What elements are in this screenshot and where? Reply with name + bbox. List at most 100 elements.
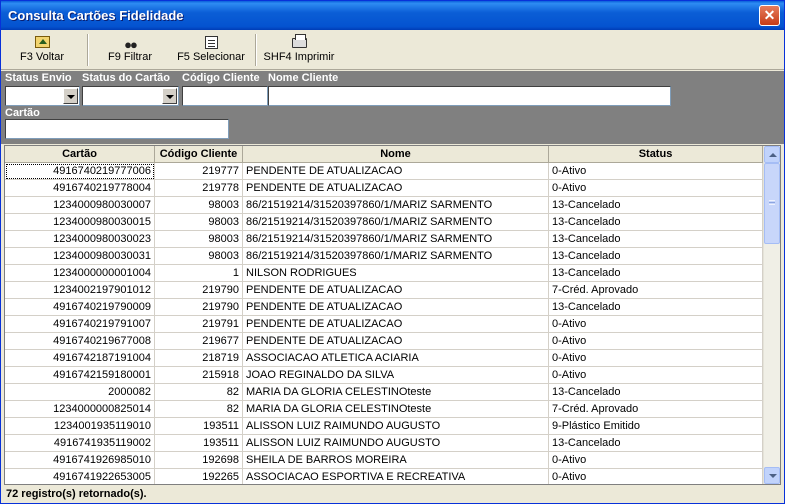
cell-status[interactable]: 7-Créd. Aprovado — [549, 282, 763, 299]
table-row[interactable]: 1234000980030015 98003 86/21519214/3152039… — [5, 214, 763, 231]
cell-cartao[interactable]: 4916741935119002 — [5, 435, 155, 452]
filter-button[interactable]: ●● F9 Filtrar — [97, 33, 163, 67]
table-row[interactable]: 1234000000001004 1 NILSON RODRIGUES 13-Canc… — [5, 265, 763, 282]
table-row[interactable]: 1234000980030023 98003 86/21519214/3152039… — [5, 231, 763, 248]
column-header-status[interactable]: Status — [549, 146, 763, 163]
cell-codigo-cliente[interactable]: 215918 — [155, 367, 243, 384]
table-row[interactable]: 2000082 82 MARIA DA GLORIA CELESTINOteste 1… — [5, 384, 763, 401]
chevron-down-icon[interactable] — [63, 88, 78, 104]
back-button[interactable]: F3 Voltar — [9, 33, 75, 67]
cell-cartao[interactable]: 4916742187191004 — [5, 350, 155, 367]
table-row[interactable]: 4916742159180001 215918 JOAO REGINALDO DA … — [5, 367, 763, 384]
table-row[interactable]: 4916740219778004 219778 PENDENTE DE ATUALI… — [5, 180, 763, 197]
table-row[interactable]: 1234000980030007 98003 86/21519214/3152039… — [5, 197, 763, 214]
cell-nome[interactable]: 86/21519214/31520397860/1/MARIZ SARMENTO — [243, 214, 549, 231]
cell-cartao[interactable]: 1234000980030023 — [5, 231, 155, 248]
cell-status[interactable]: 13-Cancelado — [549, 214, 763, 231]
cell-codigo-cliente[interactable]: 98003 — [155, 197, 243, 214]
cell-nome[interactable]: PENDENTE DE ATUALIZACAO — [243, 282, 549, 299]
cell-codigo-cliente[interactable]: 82 — [155, 384, 243, 401]
cell-codigo-cliente[interactable]: 1 — [155, 265, 243, 282]
cell-cartao[interactable]: 1234002197901012 — [5, 282, 155, 299]
chevron-down-icon[interactable] — [162, 88, 177, 104]
codigo-cliente-input[interactable] — [182, 86, 268, 106]
cell-codigo-cliente[interactable]: 193511 — [155, 418, 243, 435]
cell-nome[interactable]: ALISSON LUIZ RAIMUNDO AUGUSTO — [243, 435, 549, 452]
results-grid[interactable]: Cartão Código Cliente Nome Status 491674… — [4, 145, 781, 485]
cell-codigo-cliente[interactable]: 219777 — [155, 163, 243, 180]
cell-status[interactable]: 0-Ativo — [549, 469, 763, 484]
cell-cartao[interactable]: 1234000000825014 — [5, 401, 155, 418]
cell-nome[interactable]: MARIA DA GLORIA CELESTINOteste — [243, 384, 549, 401]
cell-codigo-cliente[interactable]: 219677 — [155, 333, 243, 350]
table-row[interactable]: 1234000980030031 98003 86/21519214/3152039… — [5, 248, 763, 265]
table-row[interactable]: 4916740219777006 219777 PENDENTE DE ATUALI… — [5, 163, 763, 180]
close-button[interactable]: ✕ — [759, 5, 780, 26]
table-row[interactable]: 4916742187191004 218719 ASSOCIACAO ATLETIC… — [5, 350, 763, 367]
cell-cartao[interactable]: 1234001935119010 — [5, 418, 155, 435]
cell-status[interactable]: 0-Ativo — [549, 350, 763, 367]
cell-status[interactable]: 13-Cancelado — [549, 231, 763, 248]
cell-cartao[interactable]: 1234000000001004 — [5, 265, 155, 282]
status-cartao-select[interactable] — [82, 86, 179, 106]
table-row[interactable]: 1234001935119010 193511 ALISSON LUIZ RAIMU… — [5, 418, 763, 435]
cell-nome[interactable]: PENDENTE DE ATUALIZACAO — [243, 180, 549, 197]
cell-codigo-cliente[interactable]: 219790 — [155, 282, 243, 299]
cell-nome[interactable]: ASSOCIACAO ESPORTIVA E RECREATIVA — [243, 469, 549, 484]
cell-status[interactable]: 13-Cancelado — [549, 265, 763, 282]
cell-cartao[interactable]: 4916741926985010 — [5, 452, 155, 469]
print-button[interactable]: SHF4 Imprimir — [263, 33, 335, 67]
cell-status[interactable]: 0-Ativo — [549, 180, 763, 197]
table-row[interactable]: 4916741926985010 192698 SHEILA DE BARROS M… — [5, 452, 763, 469]
cell-status[interactable]: 13-Cancelado — [549, 435, 763, 452]
title-bar[interactable]: Consulta Cartões Fidelidade ✕ — [1, 1, 784, 30]
select-button[interactable]: F5 Selecionar — [173, 33, 249, 67]
table-row[interactable]: 4916741935119002 193511 ALISSON LUIZ RAIMU… — [5, 435, 763, 452]
table-row[interactable]: 4916740219677008 219677 PENDENTE DE ATUALI… — [5, 333, 763, 350]
cell-status[interactable]: 0-Ativo — [549, 316, 763, 333]
cell-cartao[interactable]: 4916742159180001 — [5, 367, 155, 384]
cell-codigo-cliente[interactable]: 219791 — [155, 316, 243, 333]
scroll-down-icon[interactable] — [764, 467, 780, 484]
cartao-input[interactable] — [5, 119, 229, 139]
cell-codigo-cliente[interactable]: 219790 — [155, 299, 243, 316]
cell-status[interactable]: 13-Cancelado — [549, 197, 763, 214]
cell-status[interactable]: 13-Cancelado — [549, 384, 763, 401]
cell-cartao[interactable]: 4916740219778004 — [5, 180, 155, 197]
cell-codigo-cliente[interactable]: 218719 — [155, 350, 243, 367]
table-row[interactable]: 4916741922653005 192265 ASSOCIACAO ESPORTI… — [5, 469, 763, 484]
cell-status[interactable]: 13-Cancelado — [549, 299, 763, 316]
column-header-cartao[interactable]: Cartão — [5, 146, 155, 163]
column-header-nome[interactable]: Nome — [243, 146, 549, 163]
cell-nome[interactable]: JOAO REGINALDO DA SILVA — [243, 367, 549, 384]
cell-nome[interactable]: ALISSON LUIZ RAIMUNDO AUGUSTO — [243, 418, 549, 435]
table-row[interactable]: 1234002197901012 219790 PENDENTE DE ATUALI… — [5, 282, 763, 299]
cell-codigo-cliente[interactable]: 82 — [155, 401, 243, 418]
cell-status[interactable]: 0-Ativo — [549, 333, 763, 350]
cell-nome[interactable]: PENDENTE DE ATUALIZACAO — [243, 163, 549, 180]
cell-status[interactable]: 0-Ativo — [549, 452, 763, 469]
table-row[interactable]: 1234000000825014 82 MARIA DA GLORIA CELEST… — [5, 401, 763, 418]
cell-status[interactable]: 13-Cancelado — [549, 248, 763, 265]
cell-nome[interactable]: PENDENTE DE ATUALIZACAO — [243, 299, 549, 316]
scroll-up-icon[interactable] — [764, 146, 780, 163]
cell-codigo-cliente[interactable]: 98003 — [155, 248, 243, 265]
cell-cartao[interactable]: 4916741922653005 — [5, 469, 155, 484]
cell-nome[interactable]: MARIA DA GLORIA CELESTINOteste — [243, 401, 549, 418]
cell-codigo-cliente[interactable]: 193511 — [155, 435, 243, 452]
cell-status[interactable]: 7-Créd. Aprovado — [549, 401, 763, 418]
cell-codigo-cliente[interactable]: 98003 — [155, 214, 243, 231]
cell-nome[interactable]: 86/21519214/31520397860/1/MARIZ SARMENTO — [243, 231, 549, 248]
vertical-scrollbar[interactable] — [763, 146, 780, 484]
cell-cartao[interactable]: 4916740219777006 — [5, 163, 155, 180]
cell-cartao[interactable]: 2000082 — [5, 384, 155, 401]
cell-cartao[interactable]: 4916740219791007 — [5, 316, 155, 333]
status-envio-select[interactable] — [5, 86, 80, 106]
cell-cartao[interactable]: 1234000980030007 — [5, 197, 155, 214]
cell-nome[interactable]: 86/21519214/31520397860/1/MARIZ SARMENTO — [243, 197, 549, 214]
cell-cartao[interactable]: 4916740219790009 — [5, 299, 155, 316]
cell-nome[interactable]: ASSOCIACAO ATLETICA ACIARIA — [243, 350, 549, 367]
cell-nome[interactable]: SHEILA DE BARROS MOREIRA — [243, 452, 549, 469]
column-header-codigo-cliente[interactable]: Código Cliente — [155, 146, 243, 163]
cell-codigo-cliente[interactable]: 192265 — [155, 469, 243, 484]
